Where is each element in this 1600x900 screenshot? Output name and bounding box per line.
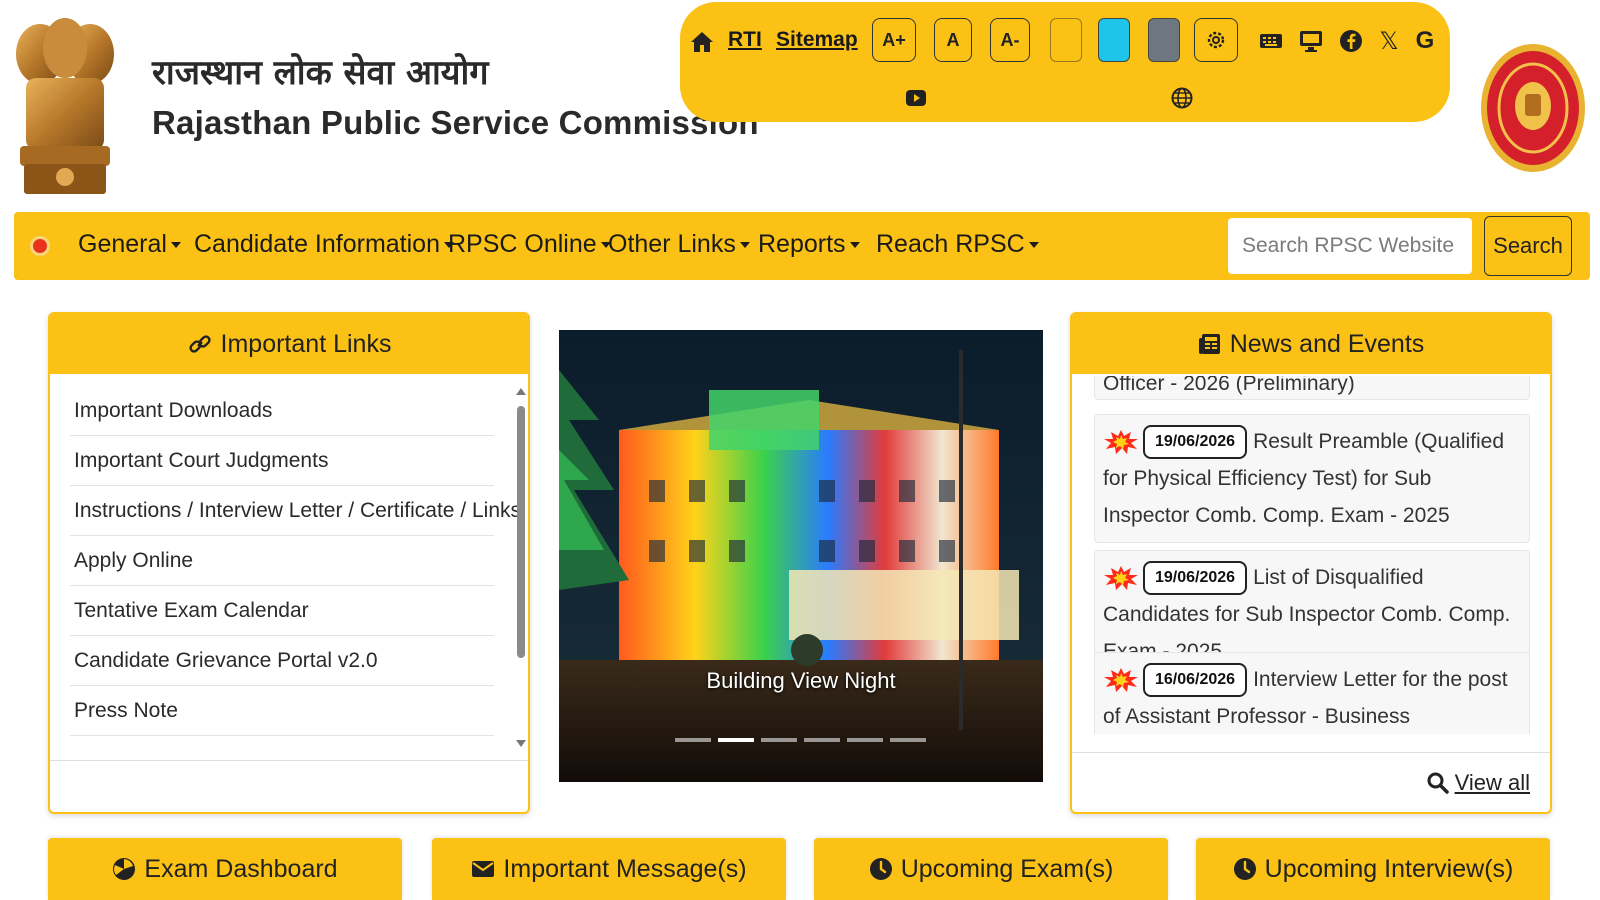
- clock-icon: [1233, 858, 1256, 880]
- view-all-label: View all: [1454, 770, 1530, 795]
- upcoming-exams-card[interactable]: Upcoming Exam(s): [814, 838, 1168, 900]
- newspaper-icon: [1198, 334, 1220, 354]
- theme-yellow-swatch[interactable]: [1050, 18, 1082, 62]
- news-events-title: News and Events: [1229, 329, 1425, 358]
- list-item[interactable]: Apply Online: [70, 536, 494, 586]
- keyboard-icon[interactable]: [1258, 28, 1284, 54]
- view-all-link[interactable]: View all: [1427, 770, 1530, 796]
- list-item[interactable]: Important Court Judgments: [70, 436, 494, 486]
- site-title-english: Rajasthan Public Service Commission: [152, 104, 759, 141]
- news-item[interactable]: Officer - 2026 (Preliminary): [1094, 376, 1530, 400]
- news-events-header: News and Events: [1072, 314, 1550, 374]
- monitor-icon[interactable]: [1298, 28, 1324, 54]
- theme-cyan-swatch[interactable]: [1098, 18, 1130, 62]
- news-item[interactable]: 19/06/2026 Result Preamble (Qualified for…: [1094, 414, 1530, 543]
- dashboard-icon: [113, 858, 136, 880]
- list-item[interactable]: Important Downloads: [70, 386, 494, 436]
- upcoming-interviews-label: Upcoming Interview(s): [1264, 854, 1514, 883]
- scroll-up-icon[interactable]: [516, 388, 526, 395]
- scroll-down-icon[interactable]: [516, 740, 526, 747]
- facebook-icon[interactable]: [1338, 28, 1364, 54]
- carousel-caption: Building View Night: [706, 668, 896, 693]
- building-night-image: [559, 330, 1043, 782]
- image-carousel[interactable]: Building View Night: [559, 330, 1043, 782]
- rti-link[interactable]: RTI: [728, 28, 762, 52]
- sitemap-link[interactable]: Sitemap: [776, 28, 858, 52]
- carousel-indicator[interactable]: [675, 738, 711, 742]
- list-item[interactable]: Instructions / Interview Letter / Certif…: [70, 486, 521, 536]
- list-item[interactable]: Tentative Exam Calendar: [70, 586, 494, 636]
- main-navbar: General Candidate Information RPSC Onlin…: [14, 212, 1590, 280]
- carousel-indicator-active[interactable]: [718, 738, 754, 742]
- accessibility-toolbar: RTI Sitemap A+ A A- 𝕏 G: [680, 2, 1450, 122]
- page: राजस्थान लोक सेवा आयोग Rajasthan Public …: [0, 0, 1600, 900]
- carousel-indicators: [675, 738, 926, 742]
- carousel-indicator[interactable]: [804, 738, 840, 742]
- carousel-indicator[interactable]: [890, 738, 926, 742]
- search-button[interactable]: Search: [1484, 216, 1572, 276]
- settings-icon: [1207, 31, 1225, 49]
- nav-rpsc-online[interactable]: RPSC Online: [448, 230, 611, 259]
- chevron-down-icon: [849, 242, 860, 249]
- list-item[interactable]: Press Note: [70, 686, 494, 736]
- links-scrollbar[interactable]: [514, 384, 528, 754]
- new-badge-icon: [1104, 668, 1138, 693]
- important-links-header: Important Links: [50, 314, 528, 374]
- settings-button[interactable]: [1194, 18, 1238, 62]
- google-icon[interactable]: G: [1412, 27, 1438, 54]
- clock-icon: [869, 858, 892, 880]
- search-icon: [1427, 772, 1449, 794]
- national-emblem-icon: [16, 18, 114, 194]
- nav-reports[interactable]: Reports: [758, 230, 860, 259]
- site-title-hindi: राजस्थान लोक सेवा आयोग: [152, 53, 489, 93]
- important-messages-label: Important Message(s): [503, 854, 747, 883]
- nav-general[interactable]: General: [78, 230, 181, 259]
- rajasthan-seal-icon: [1481, 44, 1585, 172]
- carousel-indicator[interactable]: [761, 738, 797, 742]
- chevron-down-icon: [1028, 242, 1039, 249]
- scroll-thumb[interactable]: [517, 406, 525, 658]
- important-links-panel: Important Links Important Downloads Impo…: [48, 312, 530, 814]
- nav-other-links[interactable]: Other Links: [608, 230, 750, 259]
- chevron-down-icon: [170, 242, 181, 249]
- font-normal-button[interactable]: A: [934, 18, 972, 62]
- font-decrease-button[interactable]: A-: [990, 18, 1030, 62]
- nav-reach-rpsc[interactable]: Reach RPSC: [876, 230, 1039, 259]
- news-text: Officer - 2026 (Preliminary): [1103, 376, 1355, 395]
- new-badge-icon: [1104, 566, 1138, 591]
- globe-icon[interactable]: [1170, 86, 1194, 110]
- rpsc-logo-icon[interactable]: [30, 236, 50, 256]
- chevron-down-icon: [739, 242, 750, 249]
- divider: [1072, 752, 1550, 753]
- upcoming-interviews-card[interactable]: Upcoming Interview(s): [1196, 838, 1550, 900]
- important-links-title: Important Links: [220, 329, 392, 358]
- list-item[interactable]: Candidate Grievance Portal v2.0: [70, 636, 494, 686]
- divider: [50, 760, 528, 761]
- new-badge-icon: [1104, 430, 1138, 455]
- news-date: 19/06/2026: [1143, 561, 1248, 596]
- news-events-panel: News and Events Officer - 2026 (Prelimin…: [1070, 312, 1552, 814]
- link-icon: [188, 335, 211, 353]
- youtube-icon[interactable]: [904, 86, 928, 110]
- important-links-list: Important Downloads Important Court Judg…: [70, 386, 521, 736]
- home-icon[interactable]: [688, 28, 716, 56]
- exam-dashboard-label: Exam Dashboard: [144, 854, 338, 883]
- x-icon[interactable]: 𝕏: [1376, 28, 1402, 55]
- nav-candidate-information[interactable]: Candidate Information: [194, 230, 454, 259]
- news-date: 19/06/2026: [1143, 425, 1248, 460]
- news-date: 16/06/2026: [1143, 663, 1248, 698]
- news-list: Officer - 2026 (Preliminary) 19/06/2026 R…: [1090, 376, 1532, 734]
- news-item[interactable]: 16/06/2026 Interview Letter for the post …: [1094, 652, 1530, 734]
- exam-dashboard-card[interactable]: Exam Dashboard: [48, 838, 402, 900]
- important-messages-card[interactable]: Important Message(s): [432, 838, 786, 900]
- carousel-indicator[interactable]: [847, 738, 883, 742]
- upcoming-exams-label: Upcoming Exam(s): [900, 854, 1114, 883]
- theme-gray-swatch[interactable]: [1148, 18, 1180, 62]
- font-increase-button[interactable]: A+: [872, 18, 916, 62]
- search-input[interactable]: [1228, 218, 1472, 274]
- envelope-icon: [472, 861, 495, 877]
